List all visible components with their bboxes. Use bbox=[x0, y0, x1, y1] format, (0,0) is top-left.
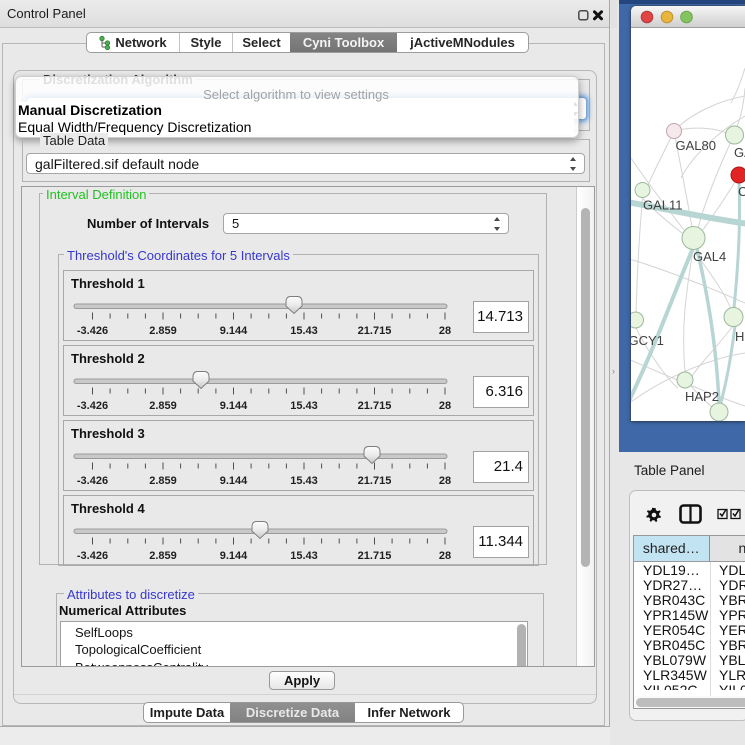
svg-text:GAL80: GAL80 bbox=[676, 138, 716, 153]
svg-text:2.859: 2.859 bbox=[149, 400, 177, 412]
svg-text:28: 28 bbox=[439, 550, 451, 562]
svg-text:9.144: 9.144 bbox=[220, 400, 248, 412]
svg-text:GAL4: GAL4 bbox=[693, 249, 726, 264]
svg-text:GCY1: GCY1 bbox=[631, 333, 664, 348]
svg-text:15.43: 15.43 bbox=[290, 325, 318, 337]
svg-text:21.715: 21.715 bbox=[358, 400, 392, 412]
svg-text:H: H bbox=[735, 329, 744, 344]
svg-text:28: 28 bbox=[439, 400, 451, 412]
svg-text:2.859: 2.859 bbox=[149, 475, 177, 487]
svg-text:21.715: 21.715 bbox=[358, 550, 392, 562]
svg-text:28: 28 bbox=[439, 325, 451, 337]
svg-text:2.859: 2.859 bbox=[149, 550, 177, 562]
svg-text:GA: GA bbox=[734, 145, 745, 160]
svg-text:-3.426: -3.426 bbox=[77, 325, 108, 337]
svg-text:21.715: 21.715 bbox=[358, 475, 392, 487]
svg-text:2.859: 2.859 bbox=[149, 325, 177, 337]
svg-text:-3.426: -3.426 bbox=[77, 400, 108, 412]
svg-text:-3.426: -3.426 bbox=[77, 475, 108, 487]
svg-text:9.144: 9.144 bbox=[220, 325, 248, 337]
svg-text:9.144: 9.144 bbox=[220, 475, 248, 487]
svg-text:-3.426: -3.426 bbox=[77, 550, 108, 562]
svg-text:28: 28 bbox=[439, 475, 451, 487]
svg-text:21.715: 21.715 bbox=[358, 325, 392, 337]
svg-text:15.43: 15.43 bbox=[290, 475, 318, 487]
svg-text:CY: CY bbox=[738, 184, 745, 199]
svg-text:9.144: 9.144 bbox=[220, 550, 248, 562]
svg-text:15.43: 15.43 bbox=[290, 400, 318, 412]
svg-text:HAP2: HAP2 bbox=[685, 389, 719, 404]
svg-text:15.43: 15.43 bbox=[290, 550, 318, 562]
svg-text:GAL11: GAL11 bbox=[643, 198, 683, 213]
